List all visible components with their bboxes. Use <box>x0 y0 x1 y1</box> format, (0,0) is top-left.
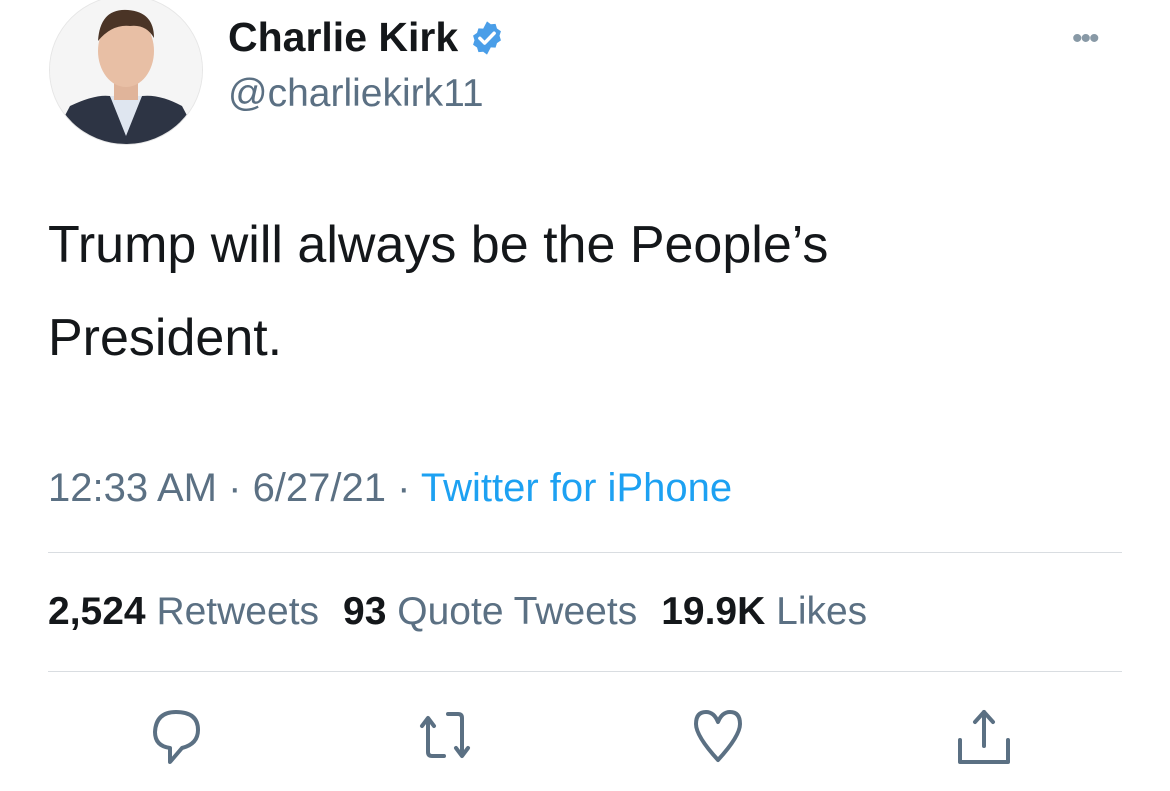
reply-button[interactable] <box>148 708 212 768</box>
quotes-count: 93 <box>343 590 387 633</box>
author-name[interactable]: Charlie Kirk <box>228 14 506 61</box>
more-options-icon[interactable]: ••• <box>1072 22 1099 56</box>
share-icon <box>958 710 1010 764</box>
likes-label: Likes <box>776 590 868 633</box>
separator: · <box>217 466 253 510</box>
quotes-label: Quote Tweets <box>397 590 638 633</box>
author-handle[interactable]: @charliekirk11 <box>228 72 484 116</box>
tweet-meta: 12:33 AM · 6/27/21 · Twitter for iPhone <box>48 466 732 511</box>
reply-icon <box>153 710 200 764</box>
share-button[interactable] <box>952 708 1016 768</box>
tweet-date: 6/27/21 <box>252 466 387 510</box>
separator: · <box>386 466 421 510</box>
retweets-label: Retweets <box>156 590 320 633</box>
author-name-text: Charlie Kirk <box>228 14 459 60</box>
tweet-text-line: Trump will always be the People’s <box>48 216 829 274</box>
tweet-source-link[interactable]: Twitter for iPhone <box>421 466 732 510</box>
likes-stat[interactable]: 19.9K Likes <box>661 590 867 633</box>
likes-count: 19.9K <box>661 590 766 633</box>
retweets-count: 2,524 <box>48 590 146 633</box>
quotes-stat[interactable]: 93 Quote Tweets <box>343 590 637 633</box>
like-button[interactable] <box>686 708 750 768</box>
avatar-photo <box>50 0 202 144</box>
tweet-time: 12:33 AM <box>48 466 218 510</box>
tweet-stats: 2,524 Retweets 93 Quote Tweets 19.9K Likes <box>48 590 867 634</box>
divider <box>48 552 1122 553</box>
verified-badge-icon <box>473 20 502 55</box>
retweets-stat[interactable]: 2,524 Retweets <box>48 590 319 633</box>
retweet-icon <box>420 712 470 758</box>
divider <box>48 671 1122 672</box>
retweet-button[interactable] <box>418 708 482 768</box>
like-icon <box>694 710 742 762</box>
tweet-text-line: President. <box>48 309 283 367</box>
avatar[interactable] <box>49 0 203 145</box>
